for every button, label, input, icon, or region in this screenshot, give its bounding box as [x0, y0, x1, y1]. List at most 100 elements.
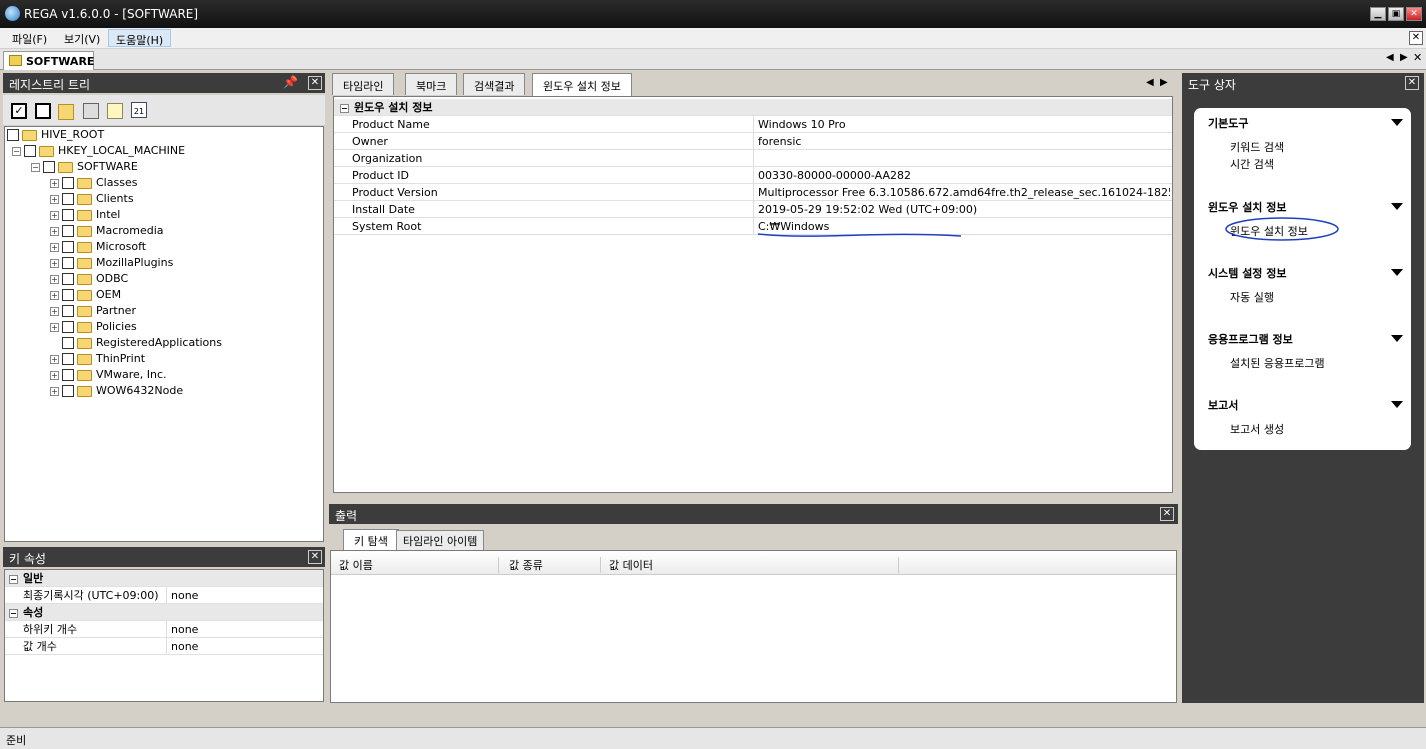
install-info-row[interactable]: System Root C:₩Windows [334, 218, 1172, 235]
tree-checkbox[interactable] [62, 321, 74, 333]
expand-icon[interactable]: + [50, 210, 59, 220]
tab-timeline-item[interactable]: 타임라인 아이템 [396, 530, 485, 550]
toolbox-group-header[interactable]: 보고서 [1208, 397, 1238, 413]
tree-item-hive-root[interactable]: HIVE_ROOT [7, 127, 104, 143]
tree-checkbox[interactable] [24, 145, 36, 157]
copy-icon[interactable] [83, 103, 99, 119]
toolbox-item[interactable]: 시간 검색 [1230, 156, 1274, 172]
tree-checkbox[interactable] [62, 225, 74, 237]
tree-item[interactable]: RegisteredApplications [50, 335, 222, 351]
tree-item[interactable]: + Policies [50, 319, 137, 335]
pin-icon[interactable]: 📌 [283, 76, 298, 90]
expand-icon[interactable]: + [50, 354, 59, 364]
panel-close-icon[interactable]: ✕ [1160, 507, 1174, 521]
tab-timeline[interactable]: 타임라인 [332, 73, 395, 95]
tree-checkbox[interactable] [62, 305, 74, 317]
collapse-triangle-icon[interactable] [1391, 203, 1403, 210]
section-attributes[interactable]: − 속성 [5, 604, 323, 621]
tree-checkbox[interactable] [62, 385, 74, 397]
minimize-button[interactable]: ▁ [1370, 7, 1386, 21]
document-tab-software[interactable]: SOFTWARE [3, 51, 94, 70]
tree-item[interactable]: + Classes [50, 175, 137, 191]
collapse-triangle-icon[interactable] [1391, 335, 1403, 342]
tree-item[interactable]: + Clients [50, 191, 134, 207]
tree-item-hklm[interactable]: − HKEY_LOCAL_MACHINE [12, 143, 185, 159]
install-info-row[interactable]: Product ID 00330-80000-00000-AA282 [334, 167, 1172, 184]
calendar-icon[interactable]: 21 [131, 102, 147, 118]
expand-icon[interactable]: + [50, 274, 59, 284]
tree-checkbox[interactable] [62, 257, 74, 269]
tab-scroll-left-icon[interactable]: ◀ [1386, 52, 1394, 63]
collapse-icon[interactable]: − [9, 574, 18, 584]
toolbox-item[interactable]: 설치된 응용프로그램 [1230, 355, 1325, 371]
toolbox-item[interactable]: 보고서 생성 [1230, 421, 1284, 437]
column-value-name[interactable]: 값 이름 [339, 557, 499, 573]
toolbox-item[interactable]: 자동 실행 [1230, 289, 1274, 305]
expand-icon[interactable]: + [50, 226, 59, 236]
tree-item[interactable]: + VMware, Inc. [50, 367, 167, 383]
tree-checkbox[interactable] [62, 337, 74, 349]
panel-close-icon[interactable]: ✕ [1405, 76, 1419, 90]
install-info-row[interactable]: Product Name Windows 10 Pro [334, 116, 1172, 133]
prop-row[interactable]: 하위키 개수 none [5, 621, 323, 638]
tree-checkbox[interactable] [7, 129, 19, 141]
expand-icon[interactable]: + [50, 242, 59, 252]
install-info-row[interactable]: Install Date 2019-05-29 19:52:02 Wed (UTC… [334, 201, 1172, 218]
close-doc-icon[interactable]: ✕ [1409, 31, 1423, 45]
tab-scroll-left-icon[interactable]: ◀ [1146, 77, 1154, 88]
panel-close-icon[interactable]: ✕ [308, 550, 322, 564]
tree-checkbox[interactable] [62, 289, 74, 301]
tab-scroll-right-icon[interactable]: ▶ [1400, 52, 1408, 63]
tree-item[interactable]: + ODBC [50, 271, 128, 287]
tab-key-browse[interactable]: 키 탐색 [343, 529, 399, 550]
section-general[interactable]: − 일반 [5, 570, 323, 587]
toolbox-group-header[interactable]: 기본도구 [1208, 115, 1248, 131]
tab-search-results[interactable]: 검색결과 [463, 73, 526, 95]
tree-item[interactable]: + Macromedia [50, 223, 164, 239]
collapse-icon[interactable]: − [31, 162, 40, 172]
collapse-triangle-icon[interactable] [1391, 401, 1403, 408]
menu-view[interactable]: 보기(V) [57, 29, 107, 47]
tree-item[interactable]: + Microsoft [50, 239, 146, 255]
collapse-icon[interactable]: − [12, 146, 21, 156]
check-all-icon[interactable]: ✓ [11, 103, 27, 119]
tree-item-software[interactable]: − SOFTWARE [31, 159, 138, 175]
tree-checkbox[interactable] [62, 241, 74, 253]
install-info-section[interactable]: − 윈도우 설치 정보 [334, 99, 1172, 116]
expand-icon[interactable]: + [50, 290, 59, 300]
tree-item[interactable]: + Intel [50, 207, 120, 223]
folder-export-icon[interactable] [58, 104, 74, 120]
tree-item[interactable]: + ThinPrint [50, 351, 145, 367]
expand-icon[interactable]: + [50, 194, 59, 204]
prop-row[interactable]: 최종기록시각 (UTC+09:00) none [5, 587, 323, 604]
install-info-row[interactable]: Product Version Multiprocessor Free 6.3.1… [334, 184, 1172, 201]
tree-checkbox[interactable] [62, 177, 74, 189]
expand-icon[interactable]: + [50, 322, 59, 332]
tree-checkbox[interactable] [62, 353, 74, 365]
expand-icon[interactable]: + [50, 386, 59, 396]
prop-row[interactable]: 값 개수 none [5, 638, 323, 655]
expand-icon[interactable]: + [50, 258, 59, 268]
tree-checkbox[interactable] [62, 209, 74, 221]
tab-scroll-right-icon[interactable]: ▶ [1160, 77, 1168, 88]
edit-icon[interactable] [107, 103, 123, 119]
column-value-type[interactable]: 값 종류 [509, 557, 601, 573]
tree-checkbox[interactable] [62, 273, 74, 285]
toolbox-item[interactable]: 키워드 검색 [1230, 139, 1284, 155]
toolbox-group-header[interactable]: 시스템 설정 정보 [1208, 265, 1287, 281]
tab-bookmark[interactable]: 북마크 [405, 73, 458, 95]
install-info-row[interactable]: Organization [334, 150, 1172, 167]
tree-item[interactable]: + MozillaPlugins [50, 255, 173, 271]
install-info-row[interactable]: Owner forensic [334, 133, 1172, 150]
collapse-triangle-icon[interactable] [1391, 119, 1403, 126]
toolbox-group-header[interactable]: 응용프로그램 정보 [1208, 331, 1293, 347]
tab-close-icon[interactable]: ✕ [1413, 51, 1422, 64]
uncheck-all-icon[interactable] [35, 103, 51, 119]
tree-item[interactable]: + OEM [50, 287, 121, 303]
expand-icon[interactable]: + [50, 306, 59, 316]
toolbox-group-header[interactable]: 윈도우 설치 정보 [1208, 199, 1287, 215]
collapse-triangle-icon[interactable] [1391, 269, 1403, 276]
tree-checkbox[interactable] [62, 193, 74, 205]
collapse-icon[interactable]: − [9, 608, 18, 618]
tree-item[interactable]: + WOW6432Node [50, 383, 183, 399]
